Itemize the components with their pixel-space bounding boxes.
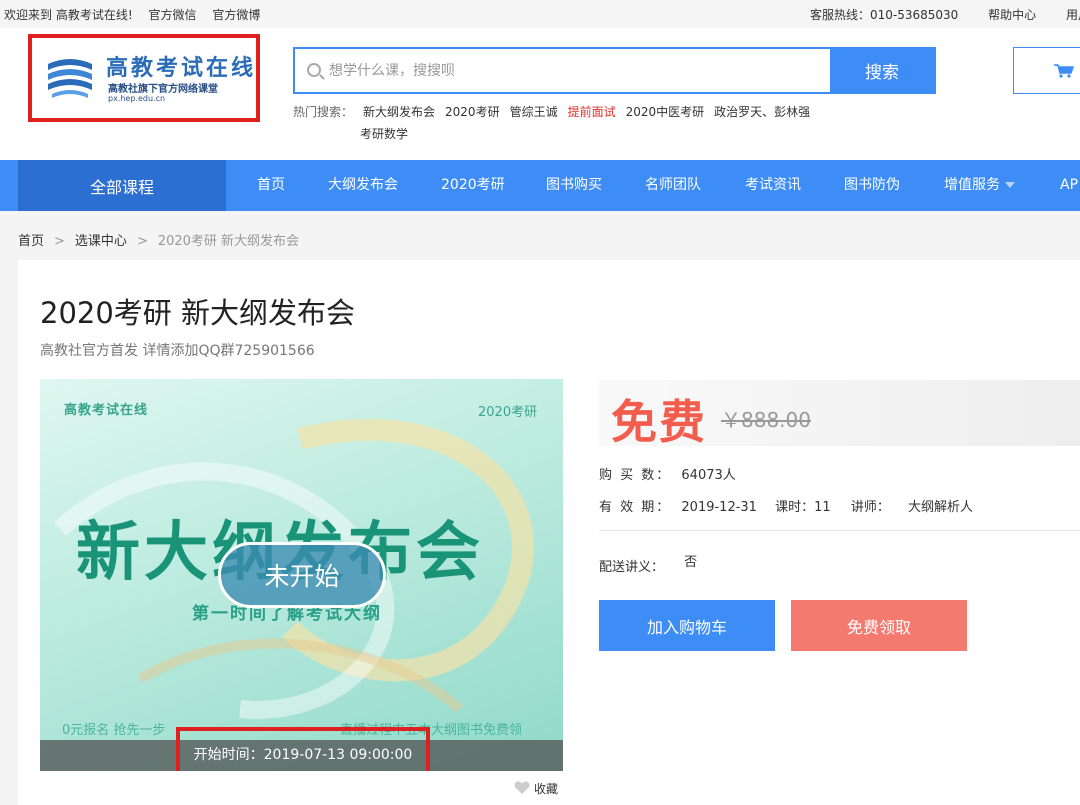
site-header: 高教考试在线 高教社旗下官方网络课堂 px.hep.edu.cn 搜索 热门搜索… xyxy=(0,28,1080,160)
hot-searches: 热门搜索： 新大纲发布会 2020考研 管综王诚 提前面试 2020中医考研 政治罗天、彭林… xyxy=(293,101,853,145)
buyers-label: 购 买 数： xyxy=(599,468,672,483)
caret-down-icon xyxy=(1005,182,1015,188)
hotline-text: 客服热线：010-53685030 xyxy=(810,8,959,22)
hours-label: 课时： xyxy=(775,500,815,515)
help-center-link[interactable]: 帮助中心 xyxy=(988,8,1036,22)
start-time-text: 开始时间：2019-07-13 09:00:00 xyxy=(176,727,430,771)
breadcrumb-separator: > xyxy=(54,234,65,249)
hot-keyword[interactable]: 管综王诚 xyxy=(510,105,558,119)
handout-value: 否 xyxy=(684,555,698,570)
site-logo[interactable]: 高教考试在线 高教社旗下官方网络课堂 px.hep.edu.cn xyxy=(28,34,260,122)
favorite-button[interactable]: 收藏 xyxy=(514,780,558,797)
all-courses-button[interactable]: 全部课程 xyxy=(18,160,226,211)
add-to-cart-button[interactable]: 加入购物车 xyxy=(599,600,775,651)
hot-keyword[interactable]: 提前面试 xyxy=(568,105,616,119)
valid-label: 有 效 期： xyxy=(599,500,672,515)
nav-item-outline[interactable]: 大纲发布会 xyxy=(328,160,398,211)
hot-keyword[interactable]: 新大纲发布会 xyxy=(363,105,435,119)
get-free-button[interactable]: 免费领取 xyxy=(791,600,967,651)
cart-button[interactable] xyxy=(1013,47,1080,94)
valid-value: 2019-12-31 xyxy=(681,500,757,515)
price-panel: 免费 ￥888.00 xyxy=(599,380,1080,449)
nav-item-home[interactable]: 首页 xyxy=(257,160,285,211)
breadcrumb-current: 2020考研 新大纲发布会 xyxy=(157,234,300,249)
favorite-label: 收藏 xyxy=(534,782,559,796)
nav-item-books[interactable]: 图书购买 xyxy=(546,160,602,211)
heart-icon xyxy=(514,781,530,794)
handout-label: 配送讲义： xyxy=(599,560,665,575)
start-time-bar: 开始时间：2019-07-13 09:00:00 xyxy=(40,727,563,771)
validity-row: 有 效 期： 2019-12-31 课时：11 讲师： 大纲解析人 xyxy=(599,496,973,515)
course-poster[interactable]: 高教考试在线 2020考研 新大纲发布会 第一时间了解考试大纲 0元报名 抢先一… xyxy=(40,379,563,771)
teacher-value: 大纲解析人 xyxy=(907,500,973,515)
search-button[interactable]: 搜索 xyxy=(830,49,934,92)
search-bar: 搜索 xyxy=(293,47,936,94)
logo-url: px.hep.edu.cn xyxy=(108,94,166,103)
hours-value: 11 xyxy=(814,500,831,515)
weibo-link[interactable]: 官方微博 xyxy=(212,8,260,22)
price-free: 免费 xyxy=(611,395,707,449)
hot-keyword[interactable]: 2020中医考研 xyxy=(626,105,705,119)
poster-year: 2020考研 xyxy=(478,405,538,420)
teacher-label: 讲师： xyxy=(850,500,890,515)
breadcrumb-home[interactable]: 首页 xyxy=(18,234,44,249)
nav-item-app[interactable]: AP xyxy=(1060,160,1078,211)
logo-book-icon xyxy=(48,59,92,98)
nav-item-2020-exam[interactable]: 2020考研 xyxy=(441,160,505,211)
handout-row: 配送讲义： 否 xyxy=(599,555,698,575)
course-subtitle: 高教社官方首发 详情添加QQ群725901566 xyxy=(40,343,315,359)
nav-item-teachers[interactable]: 名师团队 xyxy=(645,160,701,211)
top-bar: 欢迎来到 高教考试在线! 官方微信 官方微博 客服热线：010-53685030… xyxy=(0,0,1080,28)
nav-item-news[interactable]: 考试资讯 xyxy=(745,160,801,211)
breadcrumb-separator: > xyxy=(136,234,148,249)
info-divider xyxy=(599,530,1080,531)
hot-keyword[interactable]: 政治罗天、彭林强 xyxy=(714,105,810,119)
buyers-row: 购 买 数： 64073人 xyxy=(599,464,736,483)
poster-logo: 高教考试在线 xyxy=(64,403,149,418)
welcome-text: 欢迎来到 高教考试在线! xyxy=(4,8,133,22)
nav-item-services[interactable]: 增值服务 xyxy=(944,160,1015,211)
main-nav: 全部课程 首页 大纲发布会 2020考研 图书购买 名师团队 考试资讯 图书防伪… xyxy=(0,160,1080,211)
logo-subtitle: 高教社旗下官方网络课堂 xyxy=(108,84,218,95)
breadcrumb-course-center[interactable]: 选课中心 xyxy=(75,234,127,249)
breadcrumb: 首页 > 选课中心 >2020考研 新大纲发布会 xyxy=(18,230,299,249)
hot-search-label: 热门搜索： xyxy=(293,105,354,119)
buyers-value: 64073人 xyxy=(681,468,736,483)
poster-bottom-left: 0元报名 抢先一步 xyxy=(62,723,166,738)
course-detail-card: 2020考研 新大纲发布会 高教社官方首发 详情添加QQ群725901566 高… xyxy=(18,260,1080,805)
wechat-link[interactable]: 官方微信 xyxy=(148,8,196,22)
hot-keyword[interactable]: 2020考研 xyxy=(445,105,500,119)
cart-icon xyxy=(1054,64,1074,78)
user-link[interactable]: 用户 xyxy=(1066,8,1080,22)
search-icon xyxy=(307,63,321,77)
search-input[interactable] xyxy=(329,59,819,83)
hot-keyword[interactable]: 考研数学 xyxy=(360,127,408,141)
course-title: 2020考研 新大纲发布会 xyxy=(40,296,356,330)
price-original: ￥888.00 xyxy=(721,408,811,432)
nav-item-services-label: 增值服务 xyxy=(944,177,1000,193)
logo-title: 高教考试在线 xyxy=(106,55,257,81)
status-badge: 未开始 xyxy=(218,542,386,608)
nav-item-anti-fake[interactable]: 图书防伪 xyxy=(844,160,900,211)
